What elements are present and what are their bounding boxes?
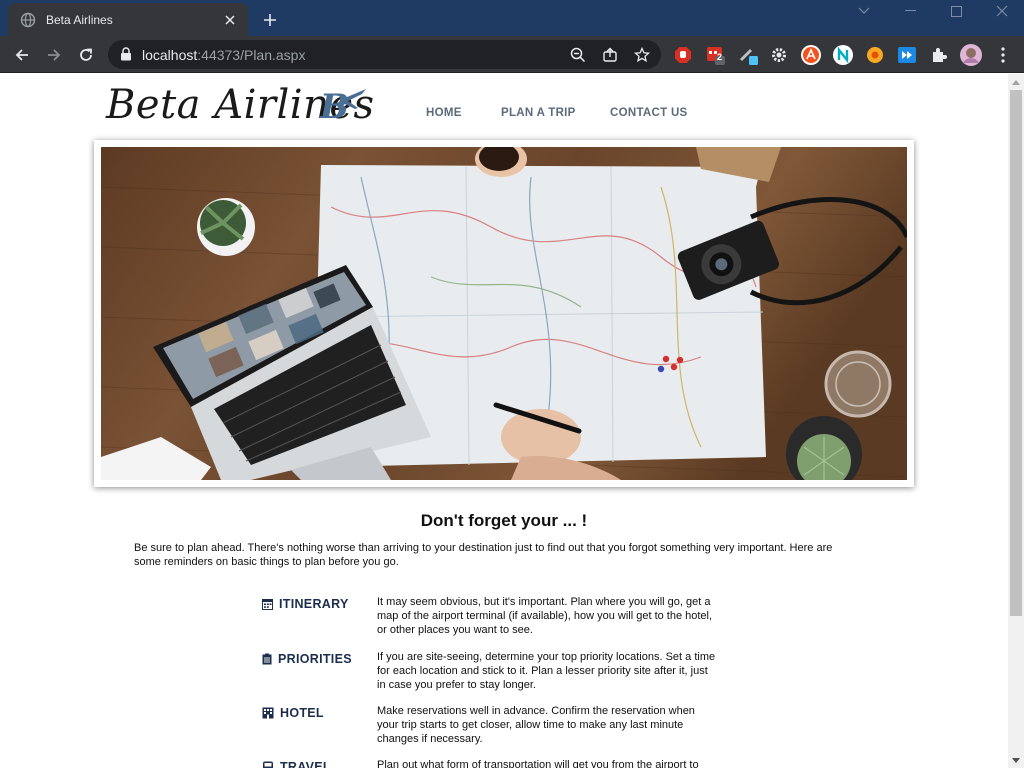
site-logo[interactable]: Beta Airlines B bbox=[106, 80, 374, 132]
plan-label-hotel: HOTEL bbox=[262, 706, 324, 720]
calendar-extension-icon[interactable]: 2 bbox=[703, 43, 727, 67]
plan-label-itinerary: ITINERARY bbox=[262, 597, 349, 611]
chrome-menu-icon[interactable] bbox=[991, 43, 1015, 67]
nav-contact-us[interactable]: CONTACT US bbox=[610, 107, 688, 119]
travel-text: Plan out what form of transportation wil… bbox=[377, 759, 699, 768]
yellow-extension-icon[interactable] bbox=[863, 43, 887, 67]
address-bar[interactable]: localhost:44373/Plan.aspx bbox=[108, 40, 661, 69]
tab-title: Beta Airlines bbox=[46, 12, 113, 27]
puzzle-extensions-icon[interactable] bbox=[927, 43, 951, 67]
url-host: localhost bbox=[142, 47, 198, 63]
plane-logo-icon: B bbox=[319, 87, 366, 124]
close-tab-icon[interactable] bbox=[222, 12, 238, 28]
clipboard-icon bbox=[262, 653, 272, 665]
lock-icon[interactable] bbox=[120, 47, 132, 66]
intro-paragraph: Be sure to plan ahead. There's nothing w… bbox=[134, 542, 833, 568]
n-extension-icon[interactable] bbox=[831, 43, 855, 67]
page-heading: Don't forget your ... ! bbox=[420, 511, 588, 530]
share-icon[interactable] bbox=[600, 45, 620, 65]
page-scrollbar[interactable] bbox=[1008, 74, 1024, 768]
scrollbar-thumb[interactable] bbox=[1010, 90, 1022, 616]
scroll-down-icon[interactable] bbox=[1008, 752, 1024, 768]
url-path: :44373/Plan.aspx bbox=[197, 47, 306, 63]
calendar-icon bbox=[262, 599, 273, 610]
hotel-icon bbox=[262, 707, 274, 719]
priorities-text: If you are site-seeing, determine your t… bbox=[377, 651, 716, 691]
hotel-text: Make reservations well in advance. Confi… bbox=[377, 705, 695, 745]
forward-button[interactable] bbox=[41, 42, 67, 68]
zoom-icon[interactable] bbox=[568, 45, 588, 65]
travel-label: TRAVEL bbox=[280, 760, 331, 768]
orange-extension-icon[interactable] bbox=[799, 43, 823, 67]
maximize-icon[interactable] bbox=[933, 0, 979, 22]
plan-label-travel: TRAVEL bbox=[262, 760, 331, 768]
page-viewport: Beta Airlines B HOME PLAN A TRIP CONTACT… bbox=[0, 74, 1008, 768]
browser-tab[interactable]: Beta Airlines bbox=[8, 3, 248, 36]
url-text: localhost:44373/Plan.aspx bbox=[142, 47, 305, 63]
scroll-up-icon[interactable] bbox=[1008, 74, 1024, 90]
browser-titlebar: Beta Airlines bbox=[0, 0, 1024, 36]
extension-badge: 2 bbox=[717, 52, 723, 62]
adblock-extension-icon[interactable] bbox=[671, 43, 695, 67]
gear-extension-icon[interactable] bbox=[767, 43, 791, 67]
back-button[interactable] bbox=[9, 42, 35, 68]
minimize-icon[interactable] bbox=[887, 0, 933, 22]
bookmark-star-icon[interactable] bbox=[632, 45, 652, 65]
svg-text:B: B bbox=[319, 87, 349, 124]
nav-home[interactable]: HOME bbox=[426, 107, 462, 119]
new-tab-button[interactable] bbox=[258, 8, 282, 32]
profile-avatar[interactable] bbox=[959, 43, 983, 67]
tab-search-icon[interactable] bbox=[841, 0, 887, 22]
nav-plan-a-trip[interactable]: PLAN A TRIP bbox=[501, 107, 576, 119]
priorities-label: PRIORITIES bbox=[278, 652, 352, 666]
bus-icon bbox=[263, 761, 273, 768]
itinerary-label: ITINERARY bbox=[279, 597, 349, 611]
plan-label-priorities: PRIORITIES bbox=[262, 652, 352, 666]
close-window-icon[interactable] bbox=[979, 0, 1024, 22]
reload-button[interactable] bbox=[73, 42, 99, 68]
hero-image-frame bbox=[94, 140, 914, 487]
itinerary-text: It may seem obvious, but it's important.… bbox=[377, 596, 713, 636]
pen-extension-icon[interactable] bbox=[736, 43, 760, 67]
forward-extension-icon[interactable] bbox=[895, 43, 919, 67]
browser-toolbar: localhost:44373/Plan.aspx 2 bbox=[0, 36, 1024, 73]
globe-icon bbox=[20, 12, 36, 28]
hotel-label: HOTEL bbox=[280, 706, 324, 720]
hero-travel-planning-image bbox=[101, 147, 907, 480]
